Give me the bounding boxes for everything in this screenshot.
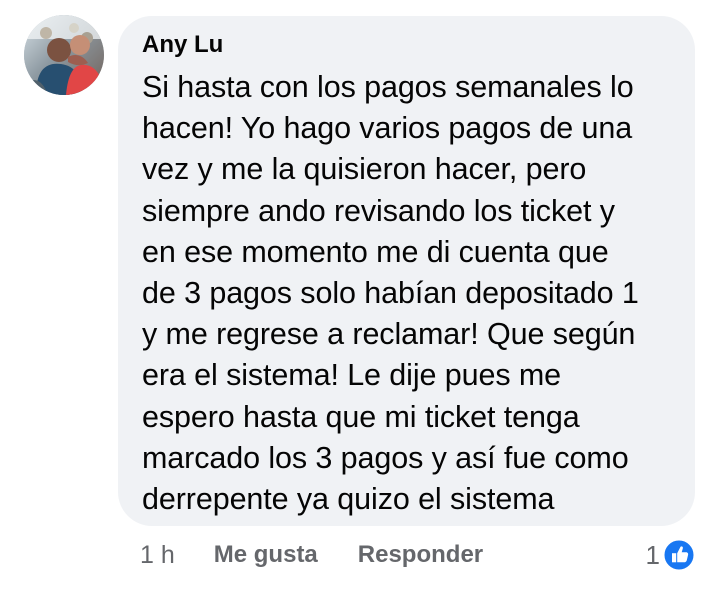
comment-author[interactable]: Any Lu	[142, 29, 669, 61]
avatar[interactable]	[24, 15, 104, 95]
comment-bubble: Any Lu Si hasta con los pagos semanales …	[118, 16, 695, 526]
thumbs-up-icon	[662, 538, 696, 572]
reaction-summary[interactable]: 1	[646, 536, 696, 574]
comment-timestamp[interactable]: 1 h	[140, 541, 175, 570]
comment: Any Lu Si hasta con los pagos semanales …	[0, 0, 720, 589]
comment-text: Si hasta con los pagos semanales lo hace…	[142, 70, 639, 517]
reaction-count: 1	[645, 539, 660, 570]
comment-actions: 1 h Me gusta Responder	[140, 536, 483, 574]
reply-button[interactable]: Responder	[358, 541, 483, 569]
like-button[interactable]: Me gusta	[214, 541, 318, 569]
